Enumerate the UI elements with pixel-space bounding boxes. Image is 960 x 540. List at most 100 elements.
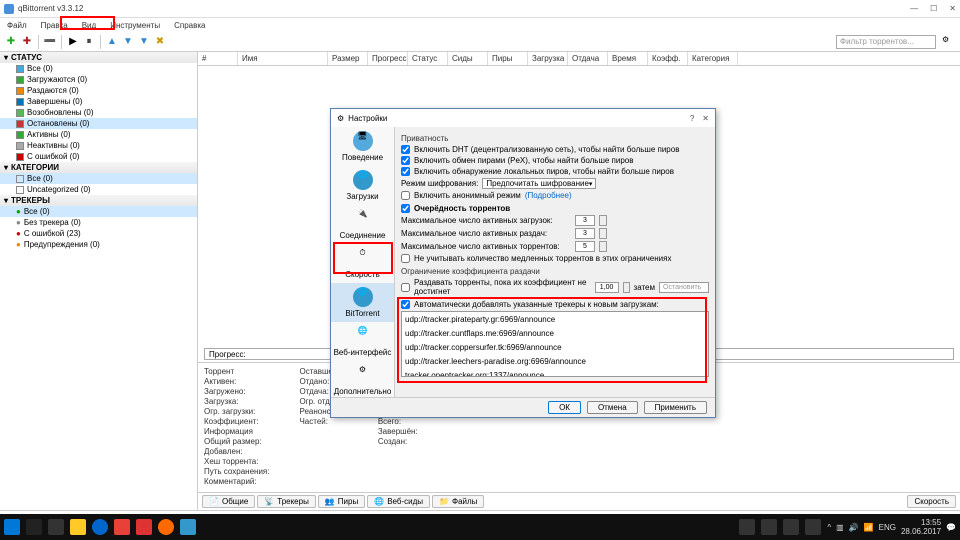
cat-webui[interactable]: 🌐Веб-интерфейс <box>331 322 394 361</box>
settings-button[interactable]: ⚙ <box>942 35 956 49</box>
menu-help[interactable]: Справка <box>171 20 208 31</box>
menu-tools[interactable]: Инструменты <box>107 20 163 31</box>
encryption-select[interactable]: Предпочитать шифрование ▾ <box>482 178 596 189</box>
ratio-action-select[interactable]: Остановить <box>659 282 709 293</box>
resume-button[interactable]: ▶ <box>66 35 80 49</box>
status-errored[interactable]: С ошибкой (0) <box>0 151 197 162</box>
status-active[interactable]: Активны (0) <box>0 129 197 140</box>
max-ul-spinner[interactable] <box>599 228 607 239</box>
tray-volume-icon[interactable]: 🔊 <box>849 523 859 532</box>
task-explorer[interactable] <box>70 519 86 535</box>
max-dl-input[interactable]: 3 <box>575 215 595 226</box>
dht-checkbox[interactable]: Включить DHT (децентрализованную сеть), … <box>401 145 709 154</box>
ratio-checkbox[interactable]: Раздавать торренты, пока их коэффициент … <box>401 278 709 296</box>
filter-button[interactable]: ▼ <box>137 35 151 49</box>
cat-bittorrent[interactable]: 🌐BitTorrent <box>331 283 394 322</box>
ratio-input[interactable]: 1,00 <box>595 282 619 293</box>
task-app4[interactable] <box>783 519 799 535</box>
menubar: Файл Правка Вид Инструменты Справка <box>0 18 960 32</box>
torrent-list-header[interactable]: # Имя Размер Прогресс Статус Сиды Пиры З… <box>198 52 960 66</box>
tab-general[interactable]: 📄Общие <box>202 495 255 508</box>
menu-edit[interactable]: Правка <box>38 20 71 31</box>
tab-peers[interactable]: 👥Пиры <box>318 495 365 508</box>
menu-view[interactable]: Вид <box>79 20 99 31</box>
menu-file[interactable]: Файл <box>4 20 30 31</box>
minimize-button[interactable]: — <box>910 4 918 13</box>
down-button[interactable]: ▼ <box>121 35 135 49</box>
status-downloading[interactable]: Загружаются (0) <box>0 74 197 85</box>
tracker-none[interactable]: ●Без трекера (0) <box>0 217 197 228</box>
auto-trackers-checkbox[interactable]: Автоматически добавлять указанные трекер… <box>401 300 709 309</box>
max-act-spinner[interactable] <box>599 241 607 252</box>
app-icon <box>4 4 14 14</box>
status-all[interactable]: Все (0) <box>0 63 197 74</box>
max-ul-input[interactable]: 3 <box>575 228 595 239</box>
cat-speed[interactable]: ⏱Скорость <box>331 244 394 283</box>
task-firefox[interactable] <box>158 519 174 535</box>
trackers-textarea[interactable]: udp://tracker.pirateparty.gr:6969/announ… <box>401 311 709 377</box>
close-dialog-button[interactable]: ✕ <box>702 114 709 123</box>
remove-button[interactable]: ➖ <box>43 35 57 49</box>
settings-icon: ⚙ <box>337 114 344 123</box>
anon-more-link[interactable]: (Подробнее) <box>525 191 572 200</box>
tab-http[interactable]: 🌐Веб-сиды <box>367 495 430 508</box>
task-search[interactable] <box>26 519 42 535</box>
tray-notifications-icon[interactable]: 💬 <box>946 523 956 532</box>
search-input[interactable]: Фильтр торрентов... <box>836 35 936 49</box>
slow-checkbox[interactable]: Не учитывать количество медленных торрен… <box>401 254 709 263</box>
task-qbit[interactable] <box>180 519 196 535</box>
tray-lang[interactable]: ENG <box>879 523 896 532</box>
cat-behavior[interactable]: 🖥Поведение <box>331 127 394 166</box>
status-paused[interactable]: Остановлены (0) <box>0 118 197 129</box>
system-tray[interactable]: ^ ▥ 🔊 📶 ENG 13:5528.06.2017 💬 <box>827 518 956 536</box>
anon-checkbox[interactable]: Включить анонимный режим (Подробнее) <box>401 191 709 200</box>
cat-advanced[interactable]: ⚙Дополнительно <box>331 361 394 397</box>
cat-uncategorized[interactable]: Uncategorized (0) <box>0 184 197 195</box>
cat-connection[interactable]: 🔌Соединение <box>331 205 394 244</box>
add-torrent-button[interactable]: ✚ <box>4 35 18 49</box>
titlebar: qBittorrent v3.3.12 — ☐ ✕ <box>0 0 960 18</box>
taskbar: ^ ▥ 🔊 📶 ENG 13:5528.06.2017 💬 <box>0 514 960 540</box>
tab-trackers[interactable]: 📡Трекеры <box>257 495 316 508</box>
task-app3[interactable] <box>761 519 777 535</box>
status-completed[interactable]: Завершены (0) <box>0 96 197 107</box>
start-button[interactable] <box>4 519 20 535</box>
tools-button[interactable]: ✖ <box>153 35 167 49</box>
trackers-header[interactable]: ▾ ТРЕКЕРЫ <box>0 195 197 206</box>
lpd-checkbox[interactable]: Включить обнаружение локальных пиров, чт… <box>401 167 709 176</box>
add-link-button[interactable]: ✚ <box>20 35 34 49</box>
cancel-button[interactable]: Отмена <box>587 401 638 414</box>
status-seeding[interactable]: Раздаются (0) <box>0 85 197 96</box>
apply-button[interactable]: Применить <box>644 401 707 414</box>
task-app1[interactable] <box>114 519 130 535</box>
tray-network-icon[interactable]: 📶 <box>864 523 874 532</box>
max-act-input[interactable]: 5 <box>575 241 595 252</box>
ok-button[interactable]: ОК <box>548 401 581 414</box>
tracker-error[interactable]: ●С ошибкой (23) <box>0 228 197 239</box>
tray-up-icon[interactable]: ^ <box>827 523 831 532</box>
categories-header[interactable]: ▾ КАТЕГОРИИ <box>0 162 197 173</box>
status-inactive[interactable]: Неактивны (0) <box>0 140 197 151</box>
up-button[interactable]: ▲ <box>105 35 119 49</box>
pex-checkbox[interactable]: Включить обмен пирами (PeX), чтобы найти… <box>401 156 709 165</box>
queue-checkbox[interactable]: Очерёдность торрентов <box>401 204 709 213</box>
pause-button[interactable]: ⏸ <box>82 35 96 49</box>
task-edge[interactable] <box>92 519 108 535</box>
max-dl-spinner[interactable] <box>599 215 607 226</box>
help-button[interactable]: ? <box>690 114 694 123</box>
cat-downloads[interactable]: 🌐Загрузки <box>331 166 394 205</box>
tracker-all[interactable]: ●Все (0) <box>0 206 197 217</box>
tracker-warning[interactable]: ●Предупреждения (0) <box>0 239 197 250</box>
task-steam[interactable] <box>739 519 755 535</box>
tray-graphics-icon[interactable]: ▥ <box>836 523 844 532</box>
status-resumed[interactable]: Возобновлены (0) <box>0 107 197 118</box>
task-view[interactable] <box>48 519 64 535</box>
task-app2[interactable] <box>136 519 152 535</box>
cat-all[interactable]: Все (0) <box>0 173 197 184</box>
tab-speed[interactable]: Скорость <box>907 495 956 508</box>
close-button[interactable]: ✕ <box>949 4 956 13</box>
maximize-button[interactable]: ☐ <box>930 4 937 13</box>
task-app5[interactable] <box>805 519 821 535</box>
status-header[interactable]: ▾ СТАТУС <box>0 52 197 63</box>
tab-content[interactable]: 📁Файлы <box>432 495 484 508</box>
